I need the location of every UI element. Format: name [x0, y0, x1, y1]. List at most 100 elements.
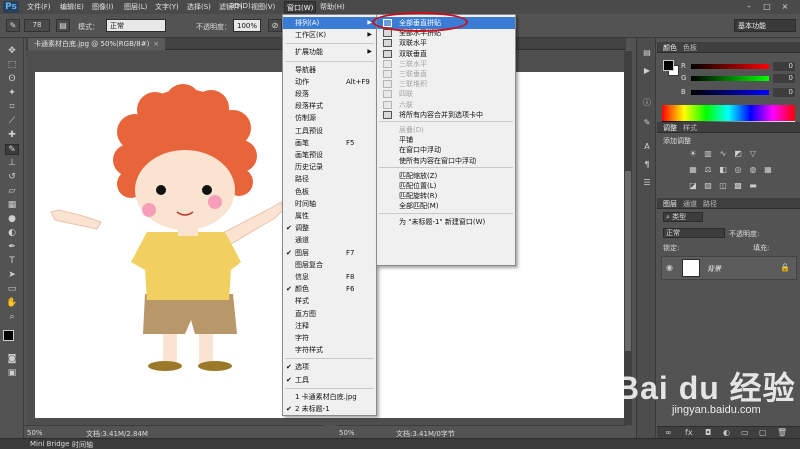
healing-brush-tool-icon[interactable]: ✚ — [5, 130, 19, 141]
window-menu-item[interactable]: 字符样式 — [283, 344, 376, 356]
green-value[interactable]: 0 — [773, 74, 795, 83]
new-fill-layer-icon[interactable]: ◐ — [723, 428, 730, 437]
pen-tool-icon[interactable]: ✒ — [5, 242, 19, 253]
window-menu-item[interactable]: 直方图 — [283, 308, 376, 320]
window-menu-item[interactable]: 信息 F8 — [283, 271, 376, 283]
black-white-icon[interactable]: ◧ — [717, 164, 729, 175]
menu-window[interactable]: 窗口(W) — [284, 1, 317, 13]
tab-swatches[interactable]: 色板 — [683, 43, 697, 53]
close-icon[interactable]: × — [778, 2, 792, 12]
hue-saturation-icon[interactable]: ▦ — [687, 164, 699, 175]
green-gradient-bar[interactable] — [691, 76, 769, 81]
window-menu-item[interactable]: 段落 — [283, 88, 376, 100]
hand-tool-icon[interactable]: ✋ — [5, 298, 19, 309]
window-menu-item[interactable]: ✔ 调整 — [283, 222, 376, 234]
window-menu-item[interactable]: ✔ 图层 F7 — [283, 247, 376, 259]
crop-tool-icon[interactable]: ⌗ — [5, 102, 19, 113]
new-layer-icon[interactable]: ▢ — [759, 428, 767, 437]
brightness-icon[interactable]: ☀ — [687, 148, 699, 159]
menu-layer[interactable]: 图层(L) — [124, 2, 147, 12]
arrange-menu-item[interactable]: 为 "未标题-1" 新建窗口(W) — [377, 216, 515, 228]
info-panel-icon[interactable]: ⓘ — [641, 98, 653, 108]
layer-mask-icon[interactable]: ◘ — [705, 428, 711, 437]
marquee-tool-icon[interactable]: ⬚ — [5, 60, 19, 71]
close-tab-icon[interactable]: × — [153, 40, 159, 48]
character-panel-icon[interactable]: A — [641, 142, 653, 152]
panel-foreground-swatch[interactable] — [663, 60, 674, 71]
window-menu-item[interactable]: 路径 — [283, 173, 376, 185]
blur-tool-icon[interactable]: ● — [5, 214, 19, 225]
tab-paths[interactable]: 路径 — [703, 199, 717, 209]
path-select-tool-icon[interactable]: ➤ — [5, 270, 19, 281]
window-menu-item[interactable]: 工具预设 — [283, 125, 376, 137]
actions-panel-icon[interactable]: ▶ — [641, 66, 653, 76]
window-menu-item[interactable]: 注释 — [283, 320, 376, 332]
window-menu-item[interactable]: ✔ 颜色 F6 — [283, 283, 376, 295]
blend-mode-dropdown[interactable]: 正常 — [663, 228, 725, 238]
window-menu-item[interactable]: 动作 Alt+F9 — [283, 76, 376, 88]
window-menu-item[interactable]: ✔ 工具 — [283, 374, 376, 386]
vibrance-icon[interactable]: ▽ — [747, 148, 759, 159]
layer-row-background[interactable]: ◉ 背景 🔒 — [661, 256, 797, 280]
history-panel-icon[interactable]: ▤ — [641, 48, 653, 58]
photo-filter-icon[interactable]: ◎ — [732, 164, 744, 175]
tab-adjustments[interactable]: 调整 — [663, 123, 677, 133]
type-tool-icon[interactable]: T — [5, 256, 19, 267]
slider-blue[interactable]: B 0 — [679, 88, 797, 98]
eyedropper-tool-icon[interactable]: ⟋ — [5, 116, 19, 127]
window-menu-item[interactable]: 排列(A) ▶ — [283, 17, 376, 29]
window-menu-item[interactable]: 1 卡通素材白底.jpg — [283, 391, 376, 403]
lasso-tool-icon[interactable]: ʘ — [5, 74, 19, 85]
menu-edit[interactable]: 编辑(E) — [60, 2, 84, 12]
brush-presets-icon[interactable]: ✎ — [641, 118, 653, 128]
layer-name[interactable]: 背景 — [707, 264, 721, 274]
window-menu-item[interactable]: 画笔 F5 — [283, 137, 376, 149]
gradient-tool-icon[interactable]: ▦ — [5, 200, 19, 211]
eraser-tool-icon[interactable]: ▱ — [5, 186, 19, 197]
window-menu-item[interactable]: 工作区(K) ▶ — [283, 29, 376, 41]
maximize-icon[interactable]: □ — [760, 2, 774, 12]
arrange-menu-item[interactable]: 全部匹配(M) — [377, 200, 515, 212]
window-menu-item[interactable]: 字符 — [283, 332, 376, 344]
scrollbar-thumb[interactable] — [625, 171, 631, 351]
window-menu-item[interactable]: 扩展功能 ▶ — [283, 46, 376, 58]
mini-bridge-tab[interactable]: Mini Bridge — [30, 440, 69, 448]
menu-type[interactable]: 文字(Y) — [155, 2, 179, 12]
window-menu-item[interactable]: 时间轴 — [283, 198, 376, 210]
posterize-icon[interactable]: ▨ — [702, 180, 714, 191]
color-lookup-icon[interactable]: ▦ — [762, 164, 774, 175]
menu-image[interactable]: 图像(I) — [92, 2, 114, 12]
zoom-level-right[interactable]: 50% — [339, 429, 355, 437]
quick-select-tool-icon[interactable]: ✦ — [5, 88, 19, 99]
menu-file[interactable]: 文件(F) — [27, 2, 51, 12]
blue-value[interactable]: 0 — [773, 88, 795, 97]
color-balance-icon[interactable]: ⚖ — [702, 164, 714, 175]
window-menu-item[interactable]: 色板 — [283, 186, 376, 198]
clone-stamp-tool-icon[interactable]: ⊥ — [5, 158, 19, 169]
window-menu-item[interactable]: 样式 — [283, 295, 376, 307]
shape-tool-icon[interactable]: ▭ — [5, 284, 19, 295]
document-tab[interactable]: 卡通素材白底.jpg @ 50%(RGB/8#) × — [28, 38, 166, 50]
invert-icon[interactable]: ◪ — [687, 180, 699, 191]
brush-panel-icon[interactable]: ▤ — [56, 19, 70, 32]
delete-layer-icon[interactable]: 🗑 — [777, 428, 787, 437]
opacity-field[interactable]: 100% — [233, 19, 261, 32]
workspace-switcher[interactable]: 基本功能 — [734, 19, 796, 32]
exposure-icon[interactable]: ◩ — [732, 148, 744, 159]
window-menu-item[interactable]: 段落样式 — [283, 100, 376, 112]
arrange-menu-item[interactable]: 使所有内容在窗口中浮动 — [377, 155, 515, 167]
window-menu-item[interactable]: 属性 — [283, 210, 376, 222]
threshold-icon[interactable]: ◫ — [717, 180, 729, 191]
selective-color-icon[interactable]: ▩ — [732, 180, 744, 191]
zoom-level-left[interactable]: 50% — [27, 429, 43, 437]
brush-tool-icon[interactable]: ✎ — [5, 144, 19, 155]
menu-3d[interactable]: 3D(D) — [230, 2, 251, 10]
color-spectrum[interactable] — [662, 105, 795, 121]
dodge-tool-icon[interactable]: ◐ — [5, 228, 19, 239]
history-brush-tool-icon[interactable]: ↺ — [5, 172, 19, 183]
tab-layers[interactable]: 图层 — [663, 199, 677, 209]
move-tool-icon[interactable]: ✥ — [5, 46, 19, 57]
slider-green[interactable]: G 0 — [679, 74, 797, 84]
screen-mode-icon[interactable]: ▣ — [5, 368, 19, 379]
window-menu-item[interactable]: 画笔预设 — [283, 149, 376, 161]
